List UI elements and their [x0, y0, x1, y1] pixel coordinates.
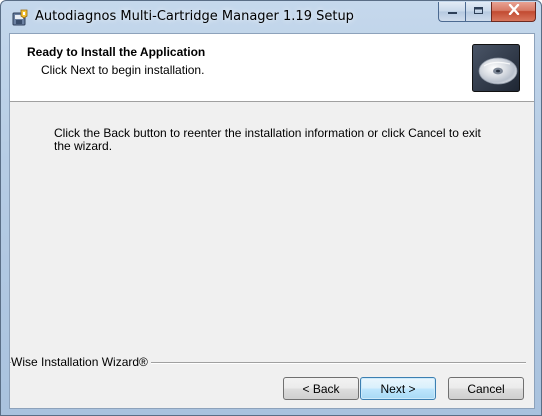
page-title: Ready to Install the Application — [27, 45, 206, 59]
window-title: Autodiagnos Multi-Cartridge Manager 1.19… — [35, 9, 354, 24]
cd-disc-icon — [472, 44, 520, 92]
branding-label: Wise Installation Wizard® — [11, 355, 151, 369]
dialog-client-area: Ready to Install the Application Click N… — [9, 33, 535, 409]
close-icon — [508, 3, 520, 19]
minimize-button[interactable] — [438, 2, 465, 22]
next-button[interactable]: Next > — [360, 377, 436, 400]
back-button[interactable]: < Back — [283, 377, 359, 400]
branding-row: Wise Installation Wizard® — [10, 355, 534, 369]
maximize-icon — [473, 5, 484, 18]
caption-buttons — [438, 2, 536, 22]
cancel-button[interactable]: Cancel — [448, 377, 524, 400]
minimize-icon — [447, 5, 458, 18]
header-banner: Ready to Install the Application Click N… — [10, 34, 534, 102]
page-subtitle: Click Next to begin installation. — [41, 63, 205, 77]
instructions-text: Click the Back button to reenter the ins… — [54, 126, 481, 153]
setup-window: Autodiagnos Multi-Cartridge Manager 1.19… — [0, 0, 542, 416]
installer-app-icon — [12, 9, 29, 26]
maximize-button[interactable] — [465, 2, 491, 22]
title-bar[interactable]: Autodiagnos Multi-Cartridge Manager 1.19… — [1, 1, 541, 33]
close-button[interactable] — [491, 2, 536, 22]
